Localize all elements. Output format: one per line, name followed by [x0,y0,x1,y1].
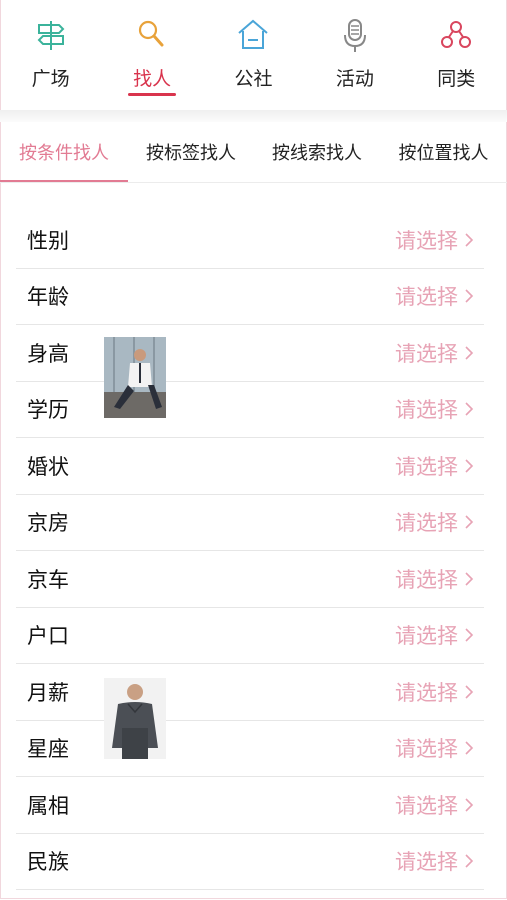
chevron-right-icon [465,459,474,473]
thumbnail-photo-suit [104,337,166,418]
tab-label: 按线索找人 [272,143,362,164]
tab-label: 按位置找人 [398,143,489,164]
tab-by-tags[interactable]: 按标签找人 [128,122,254,182]
filter-value: 请选择 [395,341,458,366]
active-nav-underline [128,93,177,96]
chevron-right-icon [465,798,474,812]
filter-value: 请选择 [395,511,458,536]
nav-item-commune[interactable]: 公社 [208,0,298,110]
filter-row-beijing-house[interactable]: 京房 请选择 [16,495,484,551]
filter-label: 户口 [27,624,69,649]
filter-row-education[interactable]: 学历 请选择 [16,382,484,438]
filter-row-marital-status[interactable]: 婚状 请选择 [16,438,484,495]
thumbnail-photo-sweater [104,678,166,759]
filter-row-height[interactable]: 身高 请选择 [16,325,484,382]
filter-value: 请选择 [395,737,458,762]
filter-row-zodiac[interactable]: 属相 请选择 [16,777,484,834]
microphone-icon [343,19,366,52]
filter-label: 学历 [27,398,69,423]
signpost-icon [37,21,65,50]
filter-list: 性别 请选择 年龄 请选择 身高 请选择 学历 请选择 婚状 请选择 京房 请选… [16,212,484,890]
filter-row-ethnicity[interactable]: 民族 请选择 [16,834,484,890]
chevron-right-icon [465,685,474,699]
filter-label: 民族 [27,850,69,875]
chevron-right-icon [465,402,474,416]
chevron-right-icon [465,515,474,529]
search-mode-tabs: 按条件找人 按标签找人 按线索找人 按位置找人 [0,122,507,182]
nav-item-label: 广场 [31,68,70,90]
filter-value: 请选择 [395,454,458,479]
filter-value: 请选择 [395,398,458,423]
nav-item-label: 找人 [133,68,172,90]
tab-by-clues[interactable]: 按线索找人 [254,122,380,182]
chevron-right-icon [465,233,474,247]
house-icon [238,19,269,49]
filter-label: 性别 [27,228,69,253]
magnifier-icon [138,20,164,47]
people-icon [441,21,472,48]
chevron-right-icon [465,741,474,755]
section-divider [0,110,507,122]
nav-item-square[interactable]: 广场 [6,0,96,110]
chevron-right-icon [465,346,474,360]
filter-row-monthly-salary[interactable]: 月薪 请选择 [16,664,484,721]
filter-label: 属相 [27,793,69,818]
chevron-right-icon [465,289,474,303]
chevron-right-icon [465,854,474,868]
filter-value: 请选择 [395,850,458,875]
nav-item-label: 公社 [234,68,273,90]
tab-by-location[interactable]: 按位置找人 [380,122,507,182]
nav-item-find-people[interactable]: 找人 [107,0,197,110]
filter-row-age[interactable]: 年龄 请选择 [16,269,484,325]
filter-label: 京房 [27,511,69,536]
filter-value: 请选择 [395,793,458,818]
nav-item-peers[interactable]: 同类 [411,0,501,110]
filter-value: 请选择 [395,285,458,310]
chevron-right-icon [465,572,474,586]
filter-label: 京车 [27,567,69,592]
filter-value: 请选择 [395,624,458,649]
filter-label: 年龄 [27,285,69,310]
tab-label: 按条件找人 [19,143,109,164]
filter-row-beijing-car[interactable]: 京车 请选择 [16,551,484,608]
filter-label: 身高 [27,341,69,366]
nav-item-label: 活动 [335,68,374,90]
filter-row-constellation[interactable]: 星座 请选择 [16,721,484,777]
top-nav: 广场 找人 公社 活动 同类 [0,0,507,110]
nav-item-activities[interactable]: 活动 [310,0,400,110]
tab-by-conditions[interactable]: 按条件找人 [0,122,128,182]
tabs-divider [0,182,507,183]
nav-item-label: 同类 [437,68,476,90]
filter-row-hukou[interactable]: 户口 请选择 [16,608,484,664]
filter-row-gender[interactable]: 性别 请选择 [16,212,484,269]
filter-value: 请选择 [395,680,458,705]
filter-value: 请选择 [395,228,458,253]
tab-label: 按标签找人 [146,143,236,164]
filter-label: 婚状 [27,454,69,479]
chevron-right-icon [465,628,474,642]
filter-value: 请选择 [395,567,458,592]
filter-label: 月薪 [27,680,69,705]
filter-label: 星座 [27,737,69,762]
